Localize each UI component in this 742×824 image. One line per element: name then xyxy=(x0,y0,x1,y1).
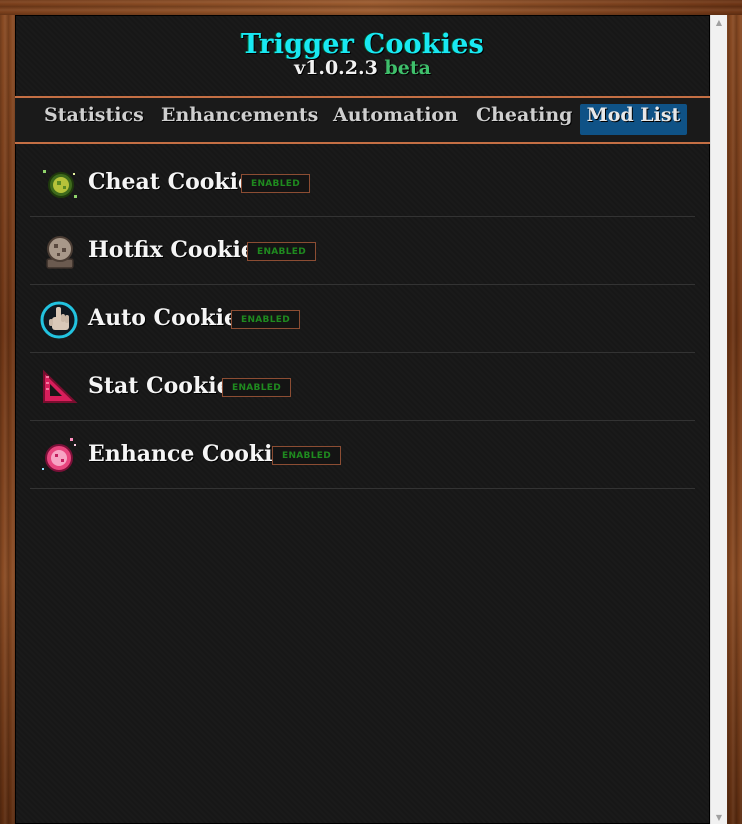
list-item: Hotfix Cookie ENABLED xyxy=(30,217,695,285)
version-channel: beta xyxy=(384,57,431,79)
list-item: Enhance Cookie ENABLED xyxy=(30,421,695,489)
status-badge: ENABLED xyxy=(247,242,316,261)
mod-list: Cheat Cookie ENABLED Hotfix Cookie ENABL… xyxy=(30,149,695,489)
wood-frame-top xyxy=(0,0,742,15)
sparkle-gem-icon xyxy=(42,438,76,472)
cursor-hand-icon xyxy=(40,301,78,339)
triangle-ruler-icon xyxy=(43,369,78,403)
list-item: Stat Cookie ENABLED xyxy=(30,353,695,421)
status-badge: ENABLED xyxy=(241,174,310,193)
tab-enhancements[interactable]: Enhancements xyxy=(161,104,318,135)
version-number: v1.0.2.3 xyxy=(294,57,378,79)
tab-statistics[interactable]: Statistics xyxy=(44,104,144,135)
mod-name: Auto Cookie xyxy=(88,305,239,331)
mod-name: Hotfix Cookie xyxy=(88,237,255,263)
list-item: Auto Cookie ENABLED xyxy=(30,285,695,353)
mod-name: Cheat Cookie xyxy=(88,169,253,195)
stone-cookie-icon xyxy=(46,236,74,269)
mod-name: Enhance Cookie xyxy=(88,441,287,467)
scroll-up-icon[interactable]: ▲ xyxy=(711,15,727,29)
status-badge: ENABLED xyxy=(222,378,291,397)
list-item: Cheat Cookie ENABLED xyxy=(30,149,695,217)
status-badge: ENABLED xyxy=(231,310,300,329)
status-badge: ENABLED xyxy=(272,446,341,465)
scroll-down-icon[interactable]: ▼ xyxy=(711,810,727,824)
mod-name: Stat Cookie xyxy=(88,373,231,399)
mod-panel: Trigger Cookies v1.0.2.3 beta Statistics… xyxy=(15,15,710,824)
vertical-scrollbar[interactable]: ▲ ▼ xyxy=(710,15,727,824)
sparkle-cookie-icon xyxy=(43,170,77,198)
panel-header: Trigger Cookies v1.0.2.3 beta xyxy=(15,15,710,97)
tab-cheating[interactable]: Cheating xyxy=(476,104,572,135)
version-line: v1.0.2.3 beta xyxy=(15,57,710,79)
tab-automation[interactable]: Automation xyxy=(333,104,458,135)
tab-bar: Statistics Enhancements Automation Cheat… xyxy=(15,96,710,144)
tab-mod-list[interactable]: Mod List xyxy=(580,104,687,135)
panel-title: Trigger Cookies xyxy=(240,29,485,60)
